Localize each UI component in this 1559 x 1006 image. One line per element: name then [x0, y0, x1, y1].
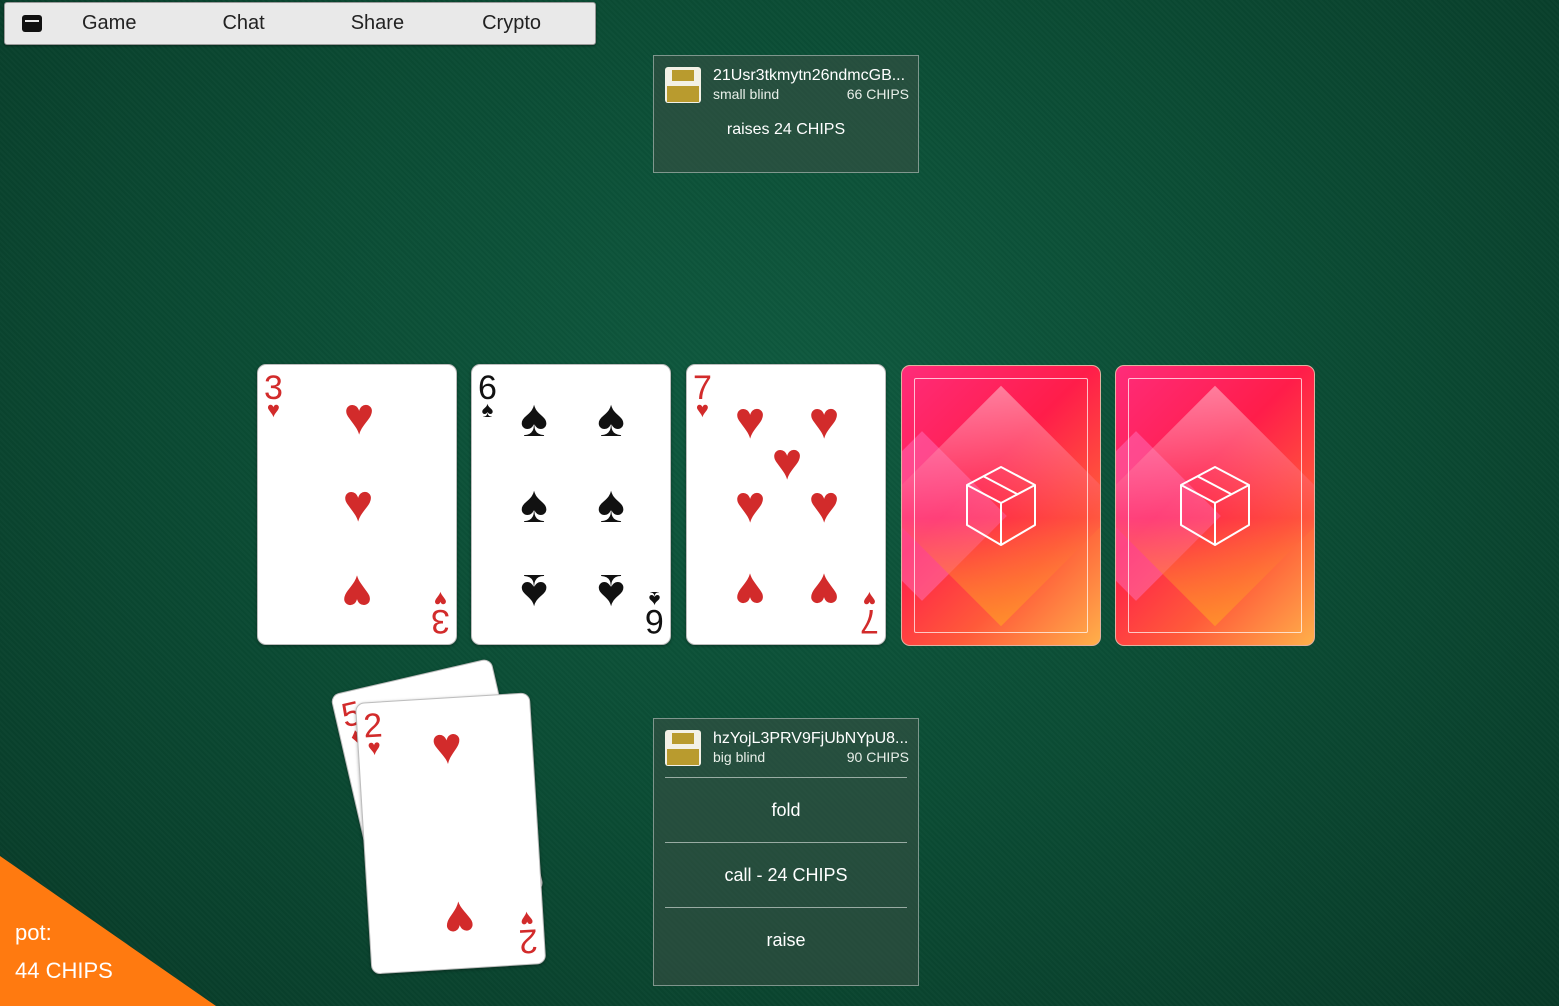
heart-icon: ♥	[734, 562, 766, 620]
opponent-avatar	[665, 67, 701, 103]
player-panel: hzYojL3PRV9FjUbNYpU8... big blind 90 CHI…	[653, 718, 919, 986]
heart-icon: ♥	[342, 475, 374, 533]
heart-icon: ♥	[734, 476, 766, 534]
opponent-role: small blind	[713, 86, 780, 102]
pot-amount: 44 CHIPS	[15, 958, 113, 983]
heart-icon: ♥	[808, 562, 840, 620]
opponent-name: 21Usr3tkmytn26ndmcGB...	[713, 67, 906, 84]
board-card-3-hearts: 3 ♥ ♥ ♥ ♥ 3 ♥	[257, 364, 457, 645]
opponent-status: raises 24 CHIPS	[726, 121, 846, 138]
player-avatar	[665, 730, 701, 766]
menu-item-game[interactable]: Game	[82, 12, 136, 35]
menu-item-chat[interactable]: Chat	[222, 12, 264, 35]
player-chips: 90 CHIPS	[846, 749, 909, 765]
spade-icon: ♠	[597, 390, 625, 448]
heart-icon: ♥	[808, 392, 840, 450]
player-name: hzYojL3PRV9FjUbNYpU8...	[713, 730, 909, 747]
raise-button[interactable]: raise	[665, 907, 907, 972]
call-button[interactable]: call - 24 CHIPS	[665, 842, 907, 907]
spade-icon: ♠	[520, 563, 548, 621]
opponent-panel: 21Usr3tkmytn26ndmcGB... small blind 66 C…	[653, 55, 919, 173]
heart-icon: ♥	[734, 392, 766, 450]
spade-icon: ♠	[520, 476, 548, 534]
cube-logo-icon	[1180, 465, 1250, 546]
heart-icon: ♥	[343, 388, 375, 446]
heart-icon: ♥	[771, 433, 803, 491]
board-card-7-hearts: 7 ♥ ♥ ♥ ♥ ♥ ♥ ♥ ♥ 7 ♥	[686, 364, 886, 645]
menu-item-crypto[interactable]: Crypto	[482, 12, 541, 35]
fold-button[interactable]: fold	[665, 777, 907, 842]
spade-icon: ♠	[520, 390, 548, 448]
board-card-6-spades: 6 ♠ ♠ ♠ ♠ ♠ ♠ ♠ 6 ♠	[471, 364, 671, 645]
heart-icon: ♥	[442, 889, 477, 949]
hand-card-2-hearts[interactable]: 2 ♥ ♥ ♥ 2 ♥	[355, 692, 547, 975]
heart-icon: ♥	[429, 716, 465, 777]
cube-logo-icon	[966, 465, 1036, 546]
menu-item-share[interactable]: Share	[351, 12, 404, 35]
spade-icon: ♠	[597, 563, 625, 621]
board-card-face-down	[1115, 365, 1315, 646]
opponent-chips: 66 CHIPS	[846, 86, 909, 102]
player-role: big blind	[713, 749, 766, 765]
board-card-face-down	[901, 365, 1101, 646]
heart-icon: ♥	[341, 564, 373, 622]
pot-info: pot: 44 CHIPS	[15, 914, 113, 990]
top-menu-bar: Game Chat Share Crypto	[4, 2, 596, 45]
heart-icon: ♥	[808, 476, 840, 534]
pot-label: pot:	[15, 920, 52, 945]
spade-icon: ♠	[597, 476, 625, 534]
window-icon[interactable]	[22, 15, 42, 32]
